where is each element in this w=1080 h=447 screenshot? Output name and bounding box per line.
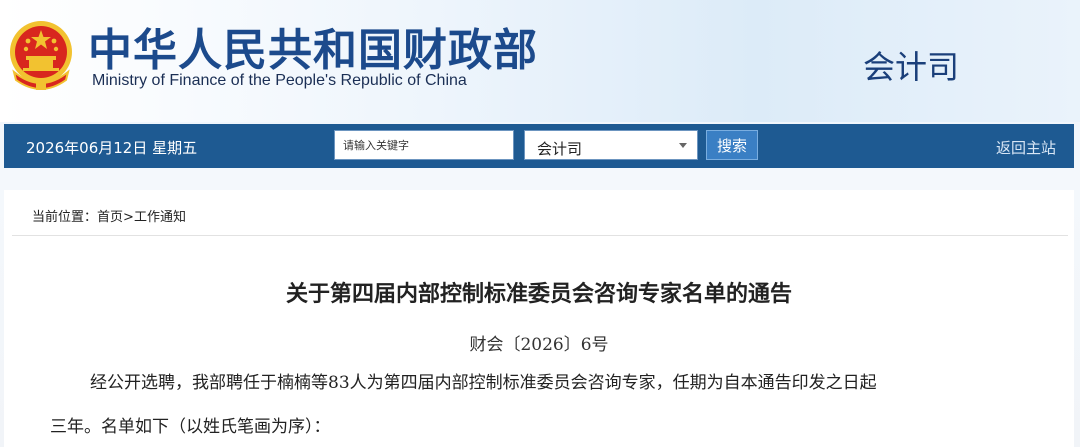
breadcrumb-bar: 当前位置：首页>工作通知 — [12, 190, 1068, 236]
site-header: 中华人民共和国财政部 Ministry of Finance of the Pe… — [0, 0, 1080, 122]
current-date: 2026年06月12日 星期五 — [26, 139, 198, 157]
site-title-en: Ministry of Finance of the People's Repu… — [92, 72, 467, 89]
breadcrumb-separator: > — [123, 210, 134, 225]
breadcrumb-prefix: 当前位置： — [32, 210, 98, 225]
breadcrumb: 当前位置：首页>工作通知 — [32, 206, 186, 225]
nav-bar: 2026年06月12日 星期五 会计司 搜索 返回主站 — [4, 124, 1074, 168]
breadcrumb-current-link[interactable]: 工作通知 — [134, 210, 186, 225]
search-input[interactable] — [334, 130, 514, 160]
article-title: 关于第四届内部控制标准委员会咨询专家名单的通告 — [285, 282, 792, 307]
chevron-down-icon — [679, 143, 687, 148]
search-scope-value: 会计司 — [537, 140, 583, 158]
search-scope-select[interactable]: 会计司 — [524, 130, 698, 160]
main-content: 当前位置：首页>工作通知 关于第四届内部控制标准委员会咨询专家名单的通告 财会〔… — [4, 190, 1074, 447]
breadcrumb-home-link[interactable]: 首页 — [97, 210, 123, 225]
search-button[interactable]: 搜索 — [706, 130, 758, 160]
document-number: 财会〔2026〕6号 — [469, 335, 609, 355]
back-to-main-site-link[interactable]: 返回主站 — [996, 137, 1056, 158]
article-paragraph: 三年。名单如下（以姓氏笔画为序）： — [50, 417, 331, 437]
site-title-cn: 中华人民共和国财政部 — [88, 25, 538, 76]
article-paragraph: 经公开选聘，我部聘任于楠楠等83人为第四届内部控制标准委员会咨询专家，任期为自本… — [90, 373, 877, 393]
department-name: 会计司 — [863, 48, 960, 86]
national-emblem-icon — [10, 21, 72, 90]
